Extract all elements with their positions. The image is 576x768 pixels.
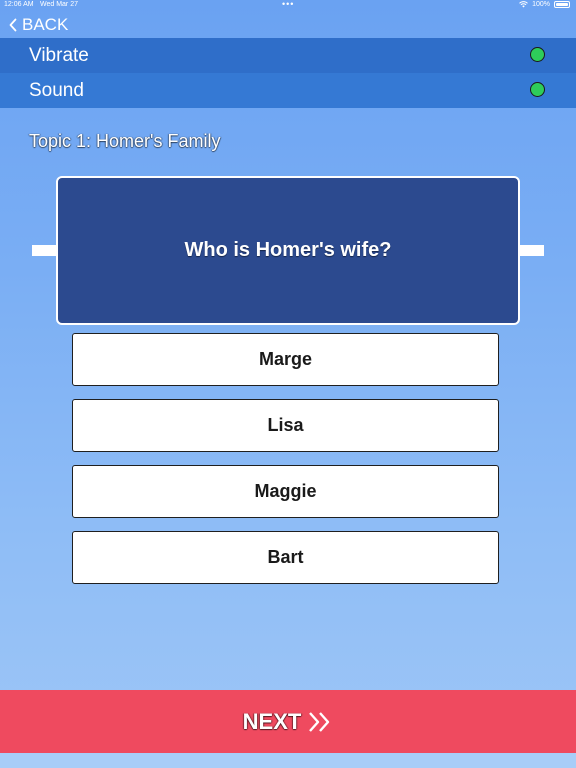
answer-option-maggie[interactable]: Maggie	[72, 465, 499, 518]
status-bar: 12:06 AM Wed Mar 27 ••• 100%	[0, 0, 576, 12]
settings-row-sound: Sound	[0, 73, 576, 108]
multitasking-dots[interactable]: •••	[282, 0, 294, 9]
answer-option-bart[interactable]: Bart	[72, 531, 499, 584]
next-button[interactable]: NEXT	[0, 690, 576, 753]
chevron-left-icon	[9, 18, 17, 32]
right-connector	[518, 245, 544, 256]
double-chevron-right-icon	[309, 711, 330, 732]
settings-row-vibrate: Vibrate	[0, 38, 576, 73]
answer-option-marge[interactable]: Marge	[72, 333, 499, 386]
sound-label: Sound	[29, 80, 84, 101]
topic-title: Topic 1: Homer's Family	[29, 131, 221, 151]
back-label: BACK	[22, 15, 69, 34]
next-label: NEXT	[242, 708, 302, 734]
left-connector	[32, 245, 58, 256]
bottom-strip	[0, 753, 576, 768]
answer-option-lisa[interactable]: Lisa	[72, 399, 499, 452]
sound-toggle[interactable]	[530, 82, 545, 97]
question-text: Who is Homer's wife?	[184, 239, 392, 261]
status-time: 12:06 AM	[4, 1, 34, 8]
back-button[interactable]: BACK	[8, 13, 68, 37]
vibrate-toggle[interactable]	[530, 47, 545, 62]
status-right: 100%	[519, 1, 570, 8]
question-card: Who is Homer's wife?	[56, 176, 520, 325]
settings-panel: Vibrate Sound	[0, 38, 576, 108]
battery-icon	[554, 1, 570, 8]
status-date: Wed Mar 27	[40, 1, 78, 8]
wifi-icon	[519, 1, 528, 8]
battery-percent: 100%	[532, 1, 550, 8]
vibrate-label: Vibrate	[29, 45, 89, 66]
